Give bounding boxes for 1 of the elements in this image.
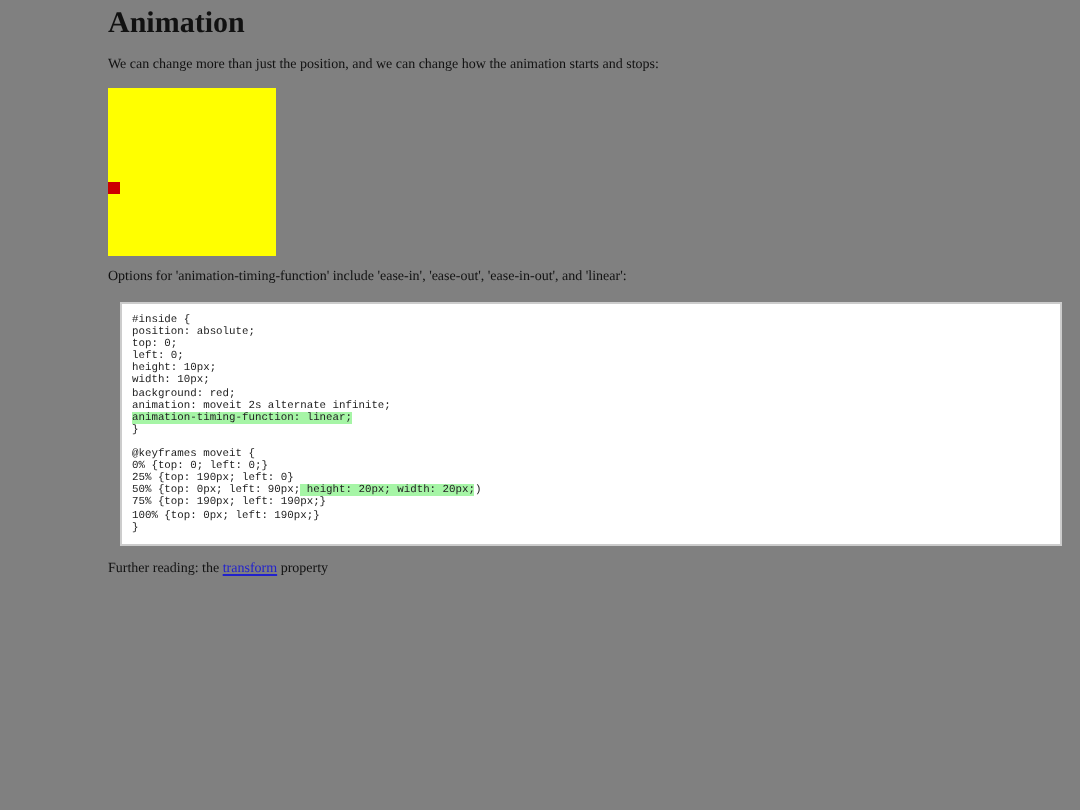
- page-heading: Animation: [108, 6, 247, 42]
